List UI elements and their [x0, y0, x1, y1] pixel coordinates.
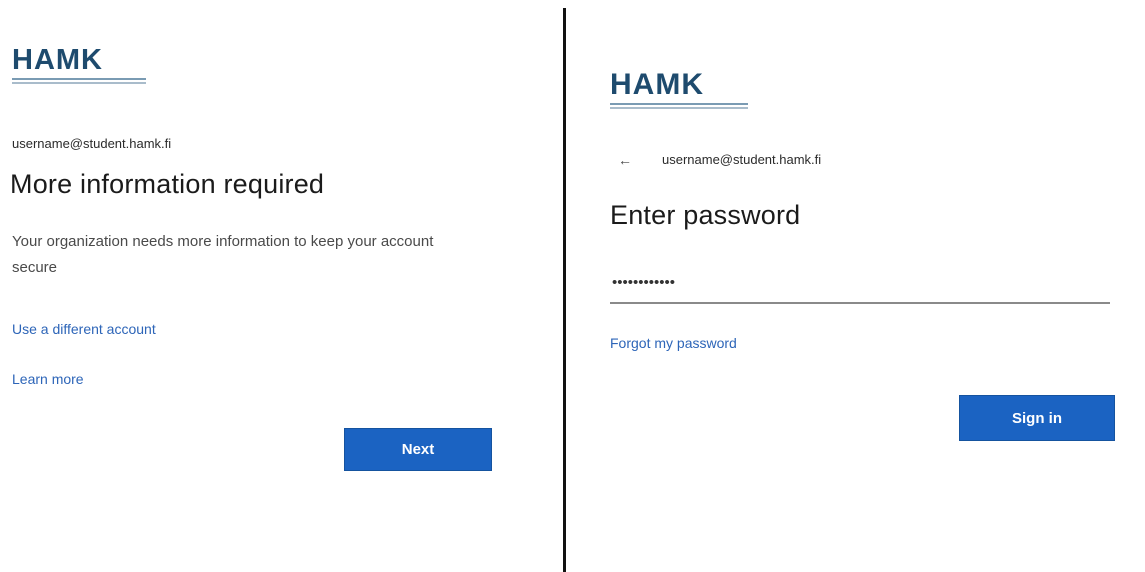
logo-underline-secondary: [610, 107, 748, 109]
panel-divider: [563, 8, 566, 572]
sign-in-button[interactable]: Sign in: [959, 395, 1115, 441]
back-arrow-icon[interactable]: ←: [618, 152, 632, 168]
left-panel-more-info: HAMK username@student.hamk.fi More infor…: [0, 0, 560, 572]
page-title: More information required: [10, 169, 325, 199]
hamk-logo: HAMK: [12, 46, 146, 84]
next-button[interactable]: Next: [344, 428, 492, 471]
page-description: Your organization needs more information…: [12, 233, 434, 276]
use-different-account-link[interactable]: Use a different account: [12, 321, 156, 337]
password-input[interactable]: [610, 268, 1110, 304]
hamk-logo: HAMK: [610, 70, 748, 109]
account-email: username@student.hamk.fi: [12, 136, 172, 151]
forgot-password-link[interactable]: Forgot my password: [610, 335, 737, 351]
logo-text: HAMK: [610, 68, 704, 101]
logo-text: HAMK: [12, 44, 103, 76]
logo-underline: [12, 78, 146, 80]
logo-underline: [610, 103, 748, 105]
learn-more-link[interactable]: Learn more: [12, 371, 84, 387]
logo-underline-secondary: [12, 82, 146, 84]
account-email: username@student.hamk.fi: [662, 152, 822, 167]
page-title: Enter password: [610, 200, 801, 230]
right-panel-enter-password: HAMK ← username@student.hamk.fi Enter pa…: [570, 0, 1145, 572]
